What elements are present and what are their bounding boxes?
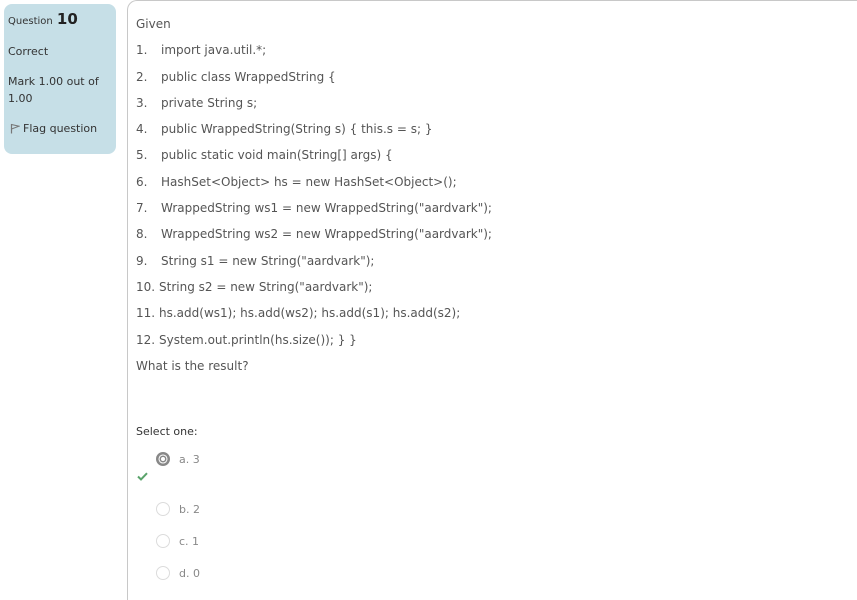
code-line: 4. public WrappedString(String s) { this.…: [136, 122, 433, 137]
question-state: Correct: [8, 45, 49, 58]
code-line: 11. hs.add(ws1); hs.add(ws2); hs.add(s1);…: [136, 306, 461, 321]
answer-option-c[interactable]: c. 1: [156, 534, 199, 548]
radio-icon[interactable]: [156, 534, 170, 548]
flag-question-link[interactable]: Flag question: [8, 122, 112, 135]
code-line: 1. import java.util.*;: [136, 43, 267, 58]
code-line: 3. private String s;: [136, 95, 258, 110]
question-intro: Given: [136, 17, 171, 31]
question-content: Given 1. import java.util.*; 2. public cla…: [127, 0, 857, 600]
code-line: 2. public class WrappedString {: [136, 69, 336, 84]
code-line: 7. WrappedString ws1 = new WrappedString(…: [136, 201, 492, 216]
answer-option-label: b. 2: [179, 502, 200, 516]
answer-option-label: d. 0: [179, 566, 200, 580]
question-prompt: What is the result?: [136, 358, 249, 373]
code-line: 5. public static void main(String[] args)…: [136, 148, 393, 163]
answer-option-label: a. 3: [179, 452, 200, 466]
answer-option-label: c. 1: [179, 534, 200, 548]
question-number-value: 10: [56, 10, 78, 28]
code-line: 8. WrappedString ws2 = new WrappedString(…: [136, 227, 492, 242]
select-one-label: Select one:: [136, 425, 198, 438]
flag-question-label: Flag question: [23, 122, 98, 135]
question-grade: Mark 1.00 out of 1.00: [8, 75, 99, 105]
radio-icon[interactable]: [156, 566, 170, 580]
answer-option-d[interactable]: d. 0: [156, 566, 200, 580]
correct-check-icon: [137, 472, 148, 481]
code-line: 9. String s1 = new String("aardvark");: [136, 253, 375, 268]
radio-icon[interactable]: [156, 502, 170, 516]
code-line: 12. System.out.println(hs.size()); } }: [136, 332, 357, 347]
flag-icon: [10, 123, 20, 134]
question-info-panel: Question 10 Correct Mark 1.00 out of 1.0…: [4, 4, 116, 154]
question-number: Question 10: [8, 10, 112, 31]
question-text: Given 1. import java.util.*; 2. public cla…: [136, 17, 492, 385]
answer-option-b[interactable]: b. 2: [156, 502, 200, 516]
question-label: Question: [8, 16, 53, 27]
code-line: 10. String s2 = new String("aardvark");: [136, 279, 373, 294]
radio-selected-icon[interactable]: [156, 452, 170, 466]
answer-option-a[interactable]: a. 3: [156, 452, 200, 466]
code-line: 6. HashSet<Object> hs = new HashSet<Objec…: [136, 174, 457, 189]
